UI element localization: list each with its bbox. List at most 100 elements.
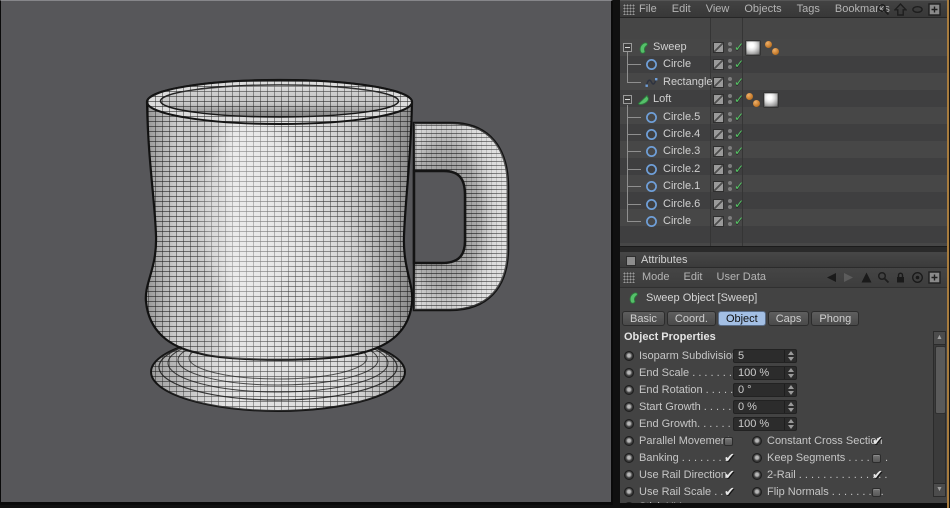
visibility-dot-icon[interactable]: [728, 129, 732, 133]
tab-coord[interactable]: Coord.: [667, 311, 716, 326]
scroll-up-icon[interactable]: ▲: [934, 332, 945, 345]
selection-tag-icon[interactable]: [764, 41, 779, 56]
object-row-rectangle[interactable]: Rectangle ✓: [620, 74, 947, 91]
layer-toggle-icon[interactable]: [713, 59, 724, 70]
object-row-circle2[interactable]: Circle.2 ✓: [620, 161, 947, 178]
collapse-expander-icon[interactable]: [623, 95, 632, 104]
enable-check-icon[interactable]: ✓: [734, 110, 744, 124]
visibility-dot-icon[interactable]: [728, 59, 732, 63]
layer-toggle-icon[interactable]: [713, 42, 724, 53]
enable-check-icon[interactable]: ✓: [734, 92, 744, 106]
stepper-arrows-icon[interactable]: [784, 384, 797, 396]
menu-view[interactable]: View: [706, 3, 730, 15]
layer-toggle-icon[interactable]: [713, 77, 724, 88]
history-forward-icon[interactable]: [842, 271, 856, 284]
parallel-movement-checkbox[interactable]: [724, 437, 733, 446]
visibility-dot-icon[interactable]: [728, 100, 732, 104]
stepper-arrows-icon[interactable]: [784, 367, 797, 379]
visibility-dot-icon[interactable]: [728, 118, 732, 122]
attributes-scrollbar[interactable]: ▲ ▼: [933, 331, 946, 497]
enable-check-icon[interactable]: ✓: [734, 179, 744, 193]
tab-basic[interactable]: Basic: [622, 311, 665, 326]
object-row-circle4[interactable]: Circle.4 ✓: [620, 126, 947, 143]
enable-check-icon[interactable]: ✓: [734, 57, 744, 71]
scrollbar-thumb[interactable]: [935, 346, 946, 414]
keyframe-circle-icon[interactable]: [624, 487, 634, 497]
history-back-icon[interactable]: [824, 271, 838, 284]
visibility-dot-icon[interactable]: [728, 83, 732, 87]
layer-toggle-icon[interactable]: [713, 112, 724, 123]
viewport-canvas[interactable]: [1, 1, 611, 502]
layer-toggle-icon[interactable]: [713, 199, 724, 210]
tab-object[interactable]: Object: [718, 311, 766, 326]
visibility-dot-icon[interactable]: [728, 65, 732, 69]
menu-tags[interactable]: Tags: [797, 3, 820, 15]
flip-normals-checkbox[interactable]: [872, 488, 881, 497]
tab-phong[interactable]: Phong: [811, 311, 859, 326]
keyframe-circle-icon[interactable]: [624, 453, 634, 463]
use-rail-direction-checkbox[interactable]: ✔: [724, 467, 735, 483]
visibility-icon[interactable]: [911, 3, 924, 16]
visibility-dot-icon[interactable]: [728, 205, 732, 209]
target-icon[interactable]: [911, 271, 924, 284]
keyframe-circle-icon[interactable]: [624, 436, 634, 446]
visibility-dot-icon[interactable]: [728, 48, 732, 52]
visibility-dot-icon[interactable]: [728, 199, 732, 203]
visibility-dot-icon[interactable]: [728, 42, 732, 46]
menu-user-data[interactable]: User Data: [717, 271, 767, 283]
scroll-down-icon[interactable]: ▼: [934, 483, 945, 496]
visibility-dot-icon[interactable]: [728, 222, 732, 226]
collapse-expander-icon[interactable]: [623, 43, 632, 52]
banking-checkbox[interactable]: ✔: [724, 450, 735, 466]
enable-check-icon[interactable]: ✓: [734, 162, 744, 176]
object-row-circle5[interactable]: Circle.5 ✓: [620, 109, 947, 126]
keep-segments-checkbox[interactable]: [872, 454, 881, 463]
visibility-dot-icon[interactable]: [728, 112, 732, 116]
keyframe-circle-icon[interactable]: [624, 470, 634, 480]
keyframe-circle-icon[interactable]: [624, 402, 634, 412]
texture-tag-icon[interactable]: [745, 40, 761, 56]
object-row-sweep[interactable]: Sweep ✓: [620, 39, 947, 56]
object-row-loft[interactable]: Loft ✓: [620, 91, 947, 108]
layer-toggle-icon[interactable]: [713, 164, 724, 175]
visibility-dot-icon[interactable]: [728, 187, 732, 191]
menu-file[interactable]: File: [639, 3, 657, 15]
layer-toggle-icon[interactable]: [713, 94, 724, 105]
keyframe-circle-icon[interactable]: [624, 385, 634, 395]
visibility-dot-icon[interactable]: [728, 152, 732, 156]
object-row-circle6[interactable]: Circle.6 ✓: [620, 196, 947, 213]
menu-objects[interactable]: Objects: [744, 3, 781, 15]
visibility-dot-icon[interactable]: [728, 181, 732, 185]
menu-edit[interactable]: Edit: [672, 3, 691, 15]
keyframe-circle-icon[interactable]: [752, 470, 762, 480]
stepper-arrows-icon[interactable]: [784, 350, 797, 362]
layer-toggle-icon[interactable]: [713, 216, 724, 227]
visibility-dot-icon[interactable]: [728, 216, 732, 220]
object-row-circle[interactable]: Circle ✓: [620, 56, 947, 73]
selection-tag-icon[interactable]: [745, 93, 760, 108]
up-level-icon[interactable]: [860, 271, 873, 284]
panel-grip-icon[interactable]: [623, 272, 635, 283]
keyframe-circle-icon[interactable]: [752, 436, 762, 446]
keyframe-circle-icon[interactable]: [624, 419, 634, 429]
keyframe-circle-icon[interactable]: [752, 487, 762, 497]
home-arrow-icon[interactable]: [894, 3, 907, 16]
search-icon[interactable]: [877, 271, 890, 284]
layer-toggle-icon[interactable]: [713, 129, 724, 140]
menu-mode[interactable]: Mode: [642, 271, 670, 283]
menu-edit-attr[interactable]: Edit: [684, 271, 703, 283]
object-row-circle3[interactable]: Circle.3 ✓: [620, 143, 947, 160]
enable-check-icon[interactable]: ✓: [734, 75, 744, 89]
search-icon[interactable]: [877, 3, 890, 16]
visibility-dot-icon[interactable]: [728, 77, 732, 81]
new-panel-icon[interactable]: [928, 271, 941, 284]
keyframe-circle-icon[interactable]: [624, 351, 634, 361]
two-rail-checkbox[interactable]: ✔: [872, 467, 883, 483]
enable-check-icon[interactable]: ✓: [734, 127, 744, 141]
keyframe-circle-icon[interactable]: [752, 453, 762, 463]
visibility-dot-icon[interactable]: [728, 94, 732, 98]
new-panel-icon[interactable]: [928, 3, 941, 16]
keyframe-circle-icon[interactable]: [624, 368, 634, 378]
enable-check-icon[interactable]: ✓: [734, 40, 744, 54]
lock-icon[interactable]: [894, 271, 907, 284]
